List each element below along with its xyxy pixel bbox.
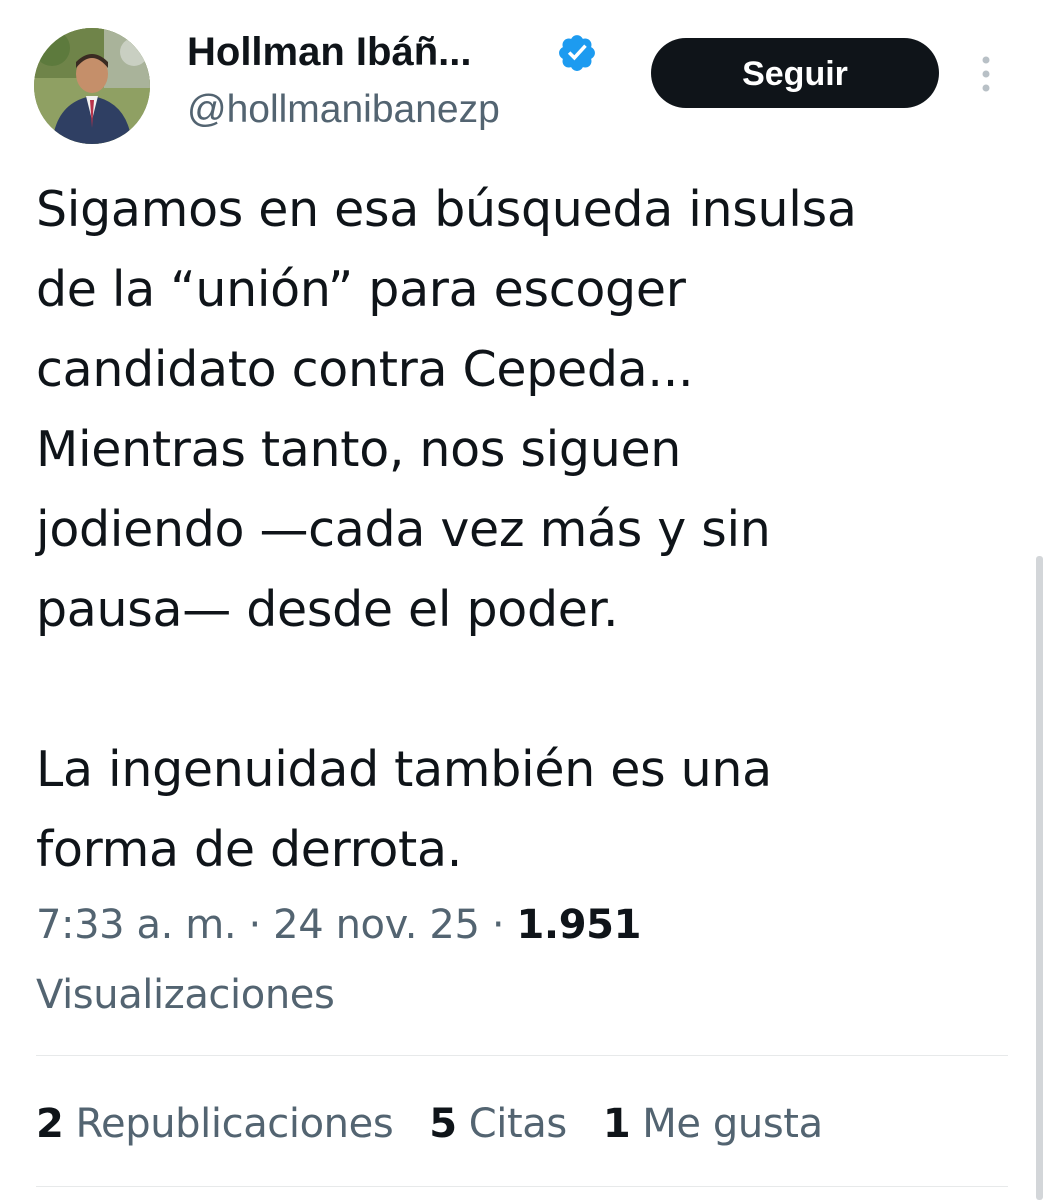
- tweet-meta: 7:33 a. m. · 24 nov. 25 · 1.951 Visualiz…: [36, 890, 796, 1030]
- reposts-stat[interactable]: 2 Republicaciones: [36, 1094, 394, 1154]
- author-handle[interactable]: @hollmanibanezp: [187, 84, 500, 136]
- reposts-count: 2: [36, 1101, 64, 1147]
- views-label: Visualizaciones: [36, 972, 335, 1018]
- likes-stat[interactable]: 1 Me gusta: [603, 1094, 823, 1154]
- tweet-line: pausa— desde el poder.: [36, 581, 619, 638]
- avatar-image: [34, 28, 150, 144]
- tweet-time[interactable]: 7:33 a. m.: [36, 902, 237, 948]
- scrollbar[interactable]: [1036, 556, 1043, 1200]
- views-count: 1.951: [516, 902, 642, 948]
- tweet-line: candidato contra Cepeda...: [36, 341, 694, 398]
- avatar[interactable]: [34, 28, 150, 144]
- reposts-label: Republicaciones: [75, 1101, 394, 1147]
- divider: [36, 1186, 1008, 1187]
- quotes-label: Citas: [468, 1101, 567, 1147]
- meta-separator: ·: [491, 902, 505, 948]
- engagement-stats: 2 Republicaciones 5 Citas 1 Me gusta: [36, 1094, 859, 1154]
- tweet-line: jodiendo —cada vez más y sin: [36, 501, 771, 558]
- divider: [36, 1055, 1008, 1056]
- follow-button[interactable]: Seguir: [651, 38, 939, 108]
- quotes-stat[interactable]: 5 Citas: [429, 1094, 567, 1154]
- tweet-line: La ingenuidad también es una: [36, 741, 772, 798]
- likes-count: 1: [602, 1101, 631, 1147]
- author-display-name[interactable]: Hollman Ibáñ...: [187, 26, 471, 78]
- tweet-line: forma de derrota.: [36, 821, 462, 878]
- more-vertical-icon[interactable]: [972, 52, 1000, 96]
- tweet-line: de la “unión” para escoger: [36, 261, 686, 318]
- tweet-line: Sigamos en esa búsqueda insulsa: [36, 181, 857, 238]
- tweet-line: Mientras tanto, nos siguen: [36, 421, 682, 478]
- tweet-date[interactable]: 24 nov. 25: [273, 902, 480, 948]
- meta-separator: ·: [248, 902, 262, 948]
- tweet-text: Sigamos en esa búsqueda insulsa de la “u…: [36, 170, 1016, 890]
- verified-badge-icon: [559, 35, 595, 71]
- quotes-count: 5: [429, 1101, 457, 1147]
- likes-label: Me gusta: [642, 1101, 823, 1147]
